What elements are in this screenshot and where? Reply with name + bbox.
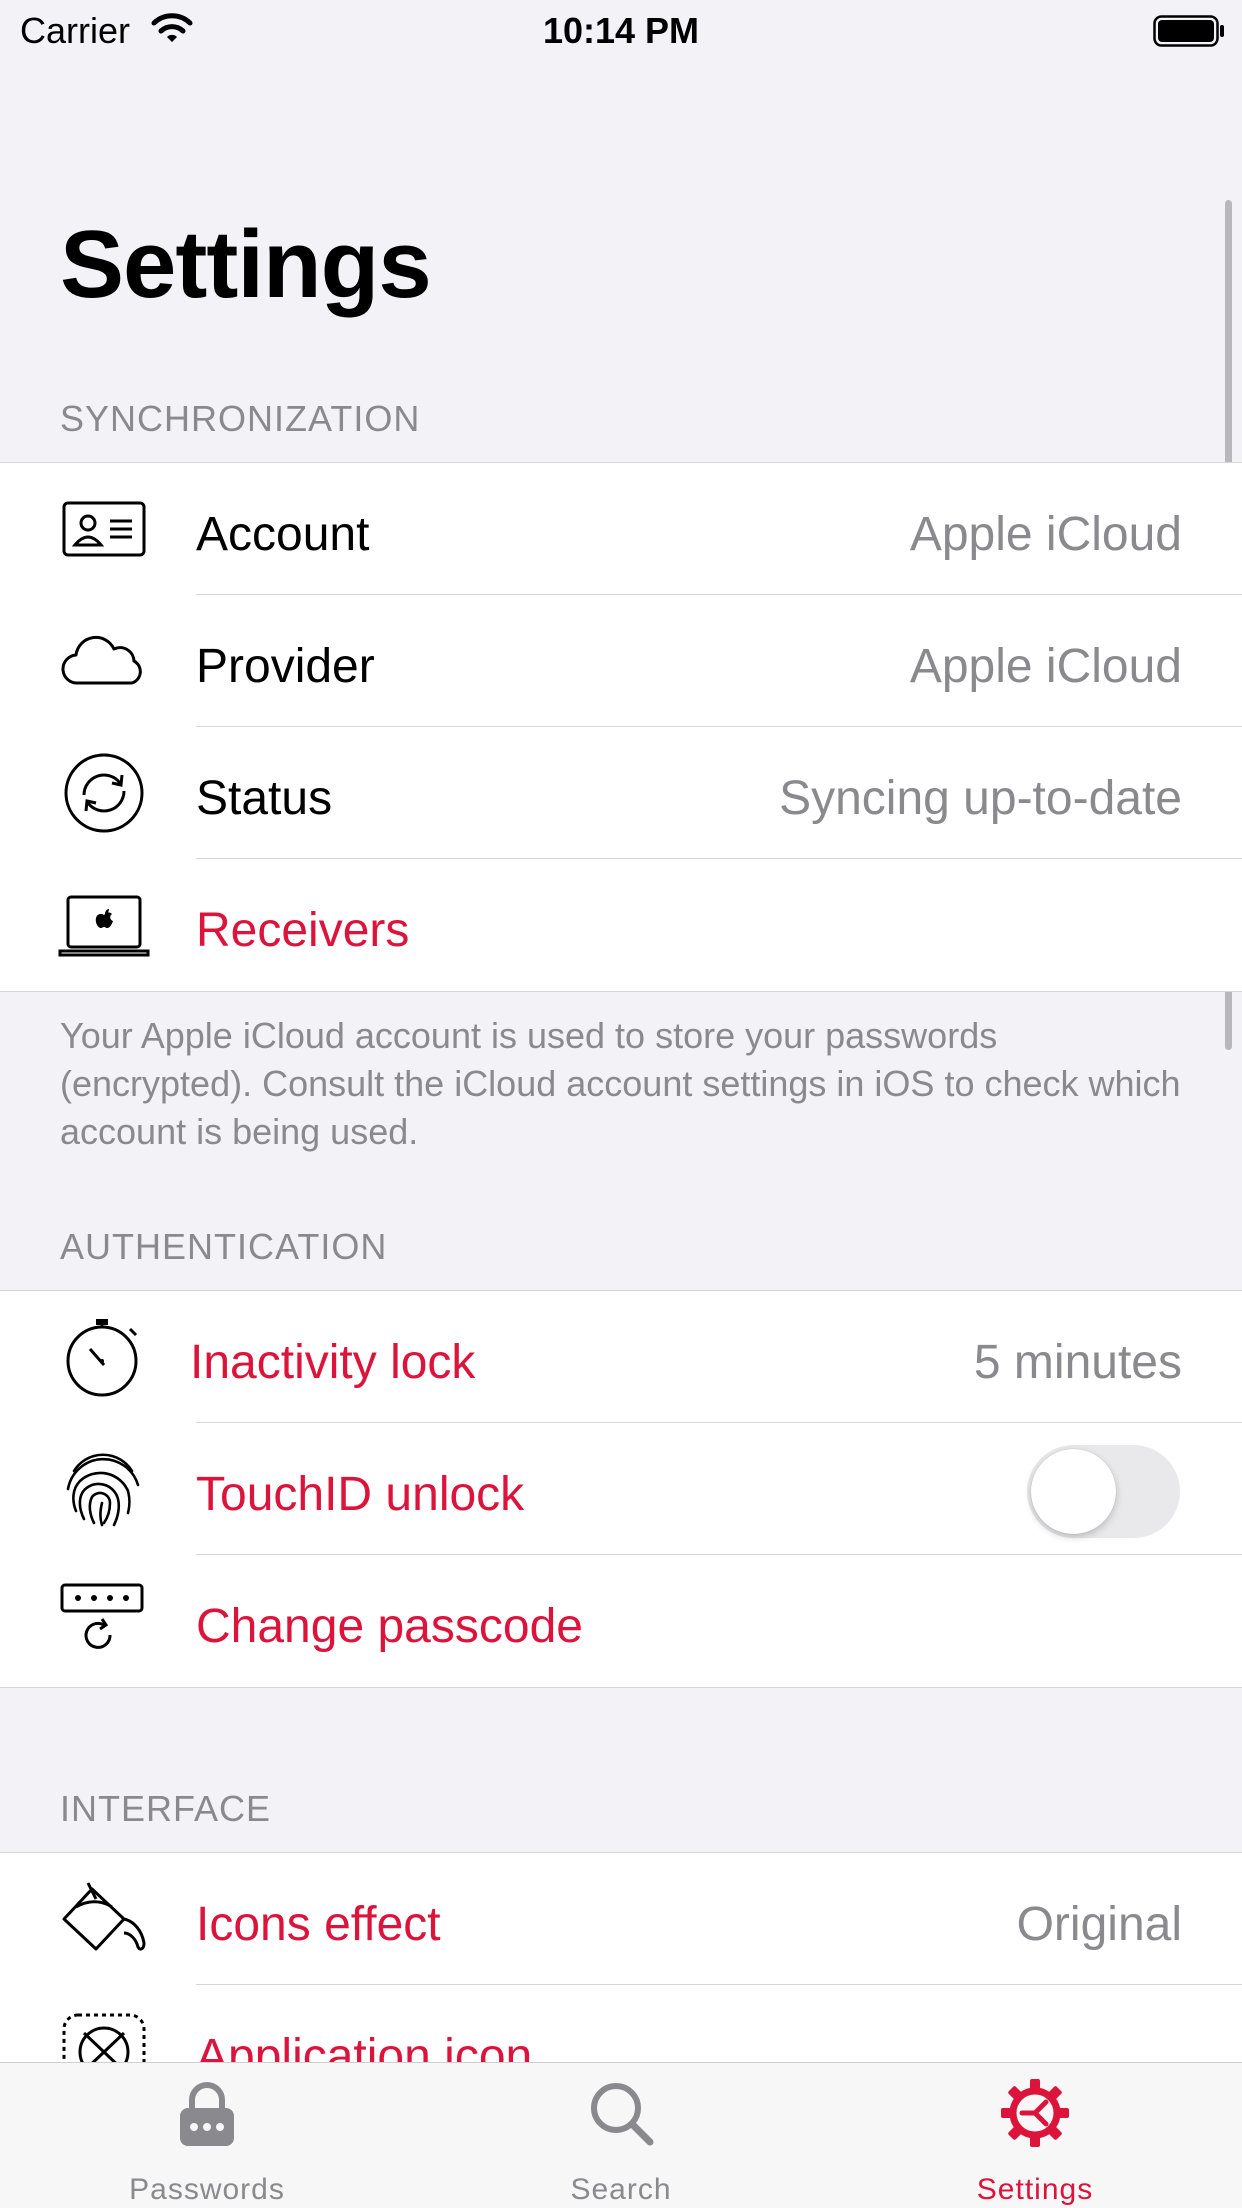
touchid-row: TouchID unlock [0,1423,1242,1555]
tab-passwords[interactable]: Passwords [0,2063,414,2208]
tab-settings[interactable]: Settings [828,2063,1242,2208]
gear-icon [1000,2078,1070,2148]
change-passcode-row[interactable]: Change passcode [0,1555,1242,1687]
cloud-icon [58,621,150,701]
tab-search[interactable]: Search [414,2063,828,2208]
icons-effect-label: Icons effect [196,1898,441,1951]
provider-row[interactable]: Provider Apple iCloud [0,595,1242,727]
id-card-icon [58,489,150,569]
icons-effect-value: Original [1016,1898,1182,1951]
change-passcode-label: Change passcode [196,1600,583,1653]
status-bar: Carrier 10:14 PM [0,0,1242,60]
sync-icon [58,753,150,833]
passcode-icon [58,1581,150,1661]
receivers-label: Receivers [196,904,410,957]
sync-group: Account Apple iCloud Provider Apple iClo… [0,462,1242,992]
account-label: Account [196,508,370,561]
section-header-interface: INTERFACE [60,1788,272,1829]
inactivity-lock-row[interactable]: Inactivity lock 5 minutes [0,1291,1242,1423]
touchid-toggle[interactable] [1027,1445,1180,1538]
touchid-label: TouchID unlock [196,1468,525,1521]
account-row[interactable]: Account Apple iCloud [0,463,1242,595]
inactivity-lock-label: Inactivity lock [190,1336,476,1389]
provider-label: Provider [196,640,375,693]
clock: 10:14 PM [542,10,700,51]
tab-passwords-label: Passwords [129,2173,285,2206]
status-label: Status [196,772,333,825]
tab-bar: Passwords Search Settings [0,2062,1242,2208]
section-header-sync: SYNCHRONIZATION [60,398,421,439]
section-header-auth: AUTHENTICATION [60,1226,388,1267]
lock-icon [172,2078,242,2148]
settings-screen: Carrier 10:14 PM Settings SYNCHRONIZATIO… [0,0,1242,2208]
status-value: Syncing up-to-date [779,772,1182,825]
paint-bucket-icon [58,1879,150,1959]
search-icon [586,2078,656,2148]
status-row[interactable]: Status Syncing up-to-date [0,727,1242,859]
inactivity-lock-value: 5 minutes [973,1336,1182,1389]
icons-effect-row[interactable]: Icons effect Original [0,1853,1242,1985]
laptop-icon [58,885,150,965]
page-title: Settings [60,211,432,318]
tab-settings-label: Settings [976,2173,1094,2206]
battery-icon [1153,15,1225,52]
account-value: Apple iCloud [909,508,1182,561]
sync-footer-note: Your Apple iCloud account is used to sto… [60,1015,1181,1152]
tab-search-label: Search [570,2173,672,2206]
provider-value: Apple iCloud [909,640,1182,693]
stopwatch-icon [58,1317,150,1397]
receivers-row[interactable]: Receivers [0,859,1242,991]
fingerprint-icon [58,1449,150,1529]
toggle-knob [1031,1449,1116,1534]
auth-group: Inactivity lock 5 minutes TouchID unlock… [0,1290,1242,1688]
